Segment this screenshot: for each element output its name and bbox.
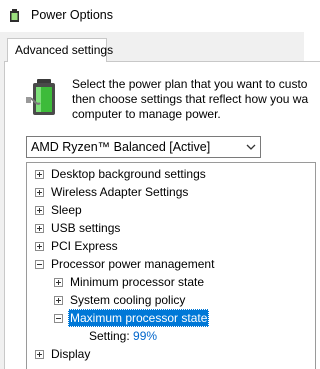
expand-icon[interactable] [54, 296, 63, 305]
settings-tree[interactable]: Desktop background settings Wireless Ada… [26, 162, 316, 369]
expand-icon[interactable] [35, 224, 44, 233]
intro-line: Select the power plan that you want to c… [72, 77, 308, 91]
intro-line: then choose settings that reflect how yo… [72, 92, 309, 106]
window-title: Power Options [31, 8, 113, 22]
tree-item-label: Maximum processor state [68, 309, 210, 327]
expand-icon[interactable] [35, 242, 44, 251]
tree-item-label: PCI Express [51, 239, 118, 253]
setting-label: Setting: [89, 329, 130, 343]
power-plan-dropdown[interactable]: AMD Ryzen™ Balanced [Active] [26, 136, 261, 158]
collapse-icon[interactable] [35, 260, 44, 269]
expand-icon[interactable] [54, 278, 63, 287]
power-options-icon [10, 9, 19, 22]
setting-row: Setting: 99% [89, 328, 157, 344]
title-bar[interactable]: Power Options [0, 0, 304, 32]
tab-label: Advanced settings [15, 43, 114, 57]
tree-item-label: System cooling policy [70, 293, 186, 307]
expand-icon[interactable] [35, 170, 44, 179]
tree-item-label: Desktop background settings [51, 167, 206, 181]
collapse-icon[interactable] [54, 314, 63, 323]
tree-item-label: Processor power management [51, 257, 215, 271]
setting-value[interactable]: 99% [133, 329, 157, 343]
tree-item-label: USB settings [51, 221, 121, 235]
expand-icon[interactable] [35, 206, 44, 215]
tab-advanced-settings[interactable]: Advanced settings [7, 38, 113, 62]
tree-item-label: Minimum processor state [70, 275, 205, 289]
intro-line: computer to manage power. [72, 107, 221, 121]
expand-icon[interactable] [35, 350, 44, 359]
power-options-window: Power Options Advanced settings Select t… [0, 0, 320, 369]
tree-item-label: Display [51, 347, 91, 361]
expand-icon[interactable] [35, 188, 44, 197]
battery-plug-icon [26, 79, 55, 115]
intro-text: Select the power plan that you want to c… [72, 77, 312, 122]
chevron-down-icon [246, 144, 256, 150]
tree-item-label: Sleep [51, 203, 82, 217]
power-plan-selected: AMD Ryzen™ Balanced [Active] [31, 140, 211, 154]
tree-item-label: Wireless Adapter Settings [51, 185, 189, 199]
